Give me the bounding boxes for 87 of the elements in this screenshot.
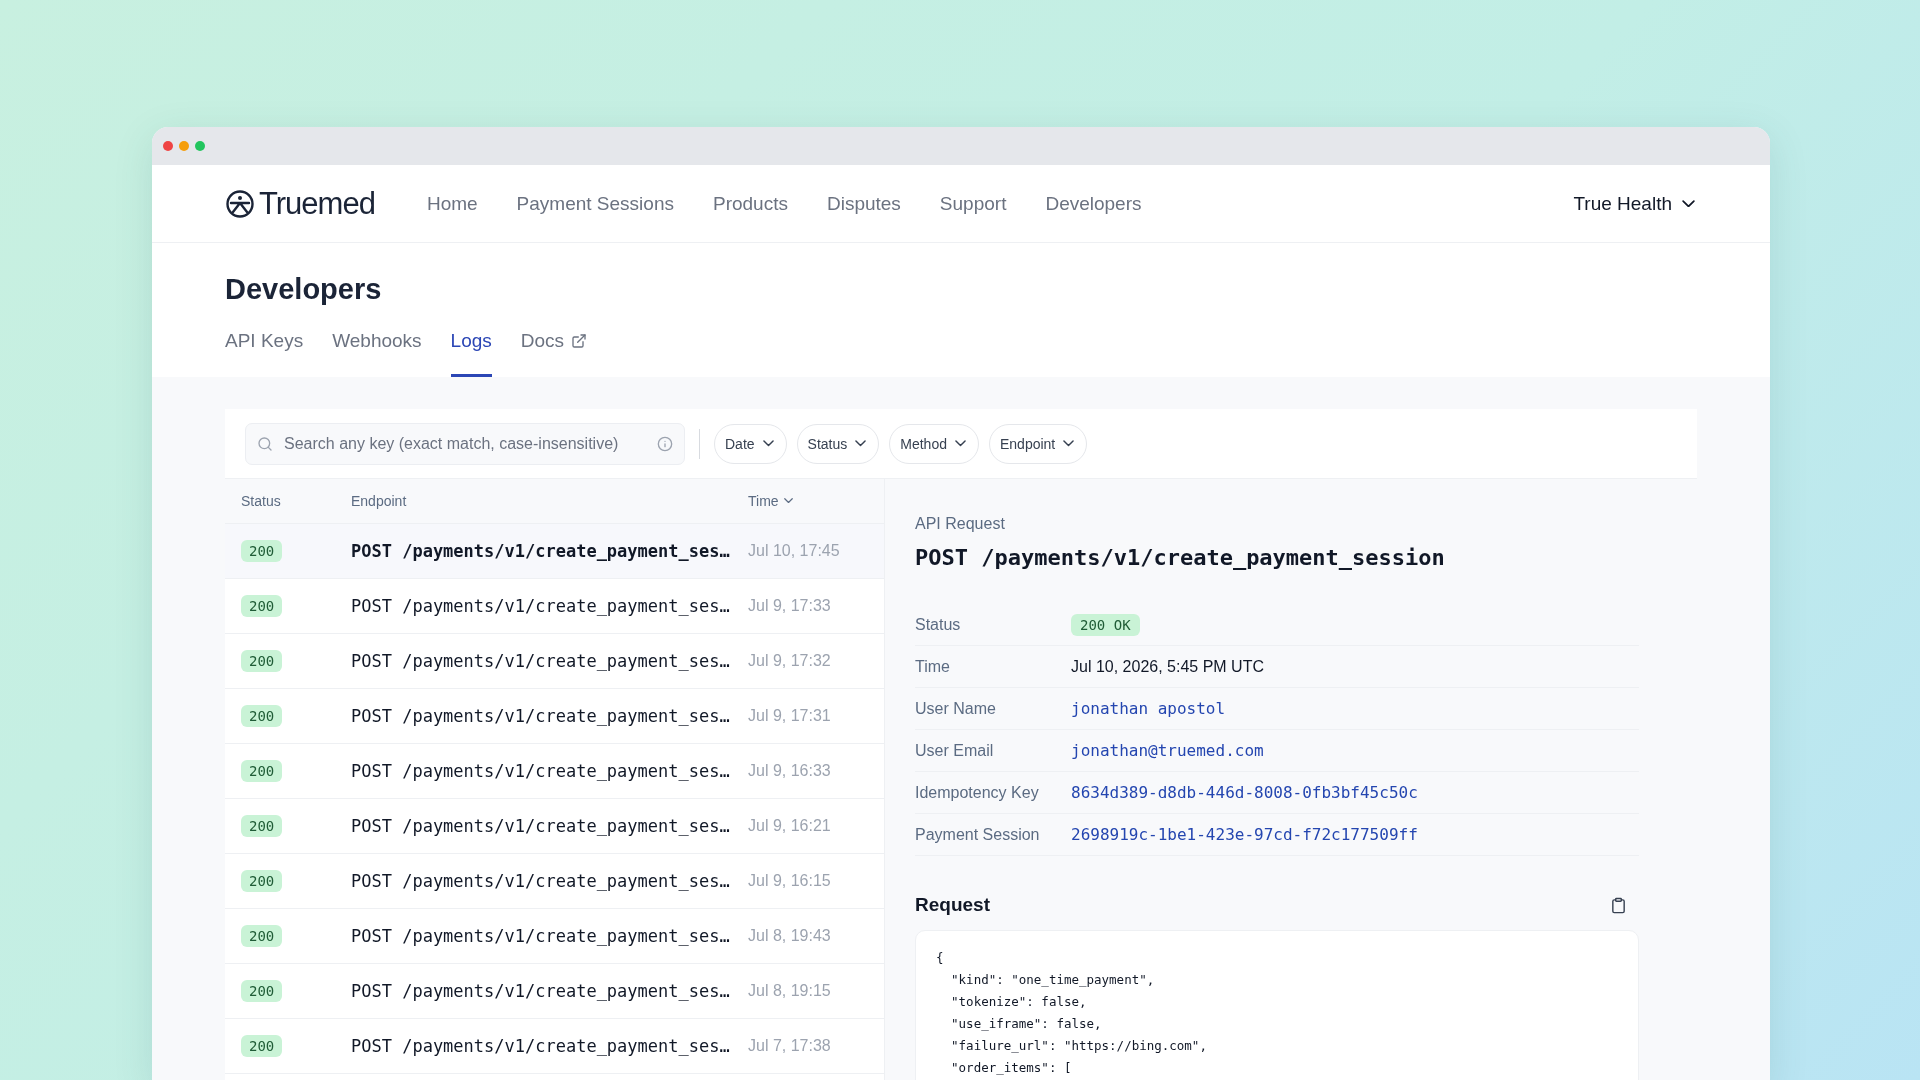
- page-title: Developers: [225, 273, 383, 306]
- log-row[interactable]: 200 POST /payments/v1/create_payment_ses… Jul 10, 17:45: [225, 524, 884, 579]
- code-line: {: [936, 949, 945, 967]
- status-badge: 200: [241, 705, 283, 727]
- time-text: Jul 9, 16:33: [748, 762, 832, 780]
- clipboard-icon: [1610, 896, 1627, 914]
- logo-icon: [225, 188, 255, 219]
- filter-dropdown[interactable]: Status: [796, 423, 880, 464]
- status-badge: 200: [241, 760, 283, 782]
- time-text: Jul 9, 17:31: [748, 707, 832, 725]
- endpoint-text: POST /payments/v1/create_payment_ses…: [351, 706, 731, 726]
- tab[interactable]: Webhooks: [332, 330, 422, 377]
- chevron-down-icon: [855, 440, 867, 447]
- chevron-down-icon: [955, 440, 966, 447]
- code-line: "failure_url": "https://bing.com",: [950, 1037, 1208, 1055]
- code-line: "use_iframe": false,: [950, 1015, 1103, 1033]
- status-badge: 200: [241, 540, 283, 562]
- filter-dropdown[interactable]: Date: [714, 423, 787, 464]
- status-badge: 200: [241, 595, 283, 617]
- field-label: Idempotency Key: [915, 783, 1040, 802]
- field-link[interactable]: jonathan apostol: [1071, 699, 1639, 718]
- field-label: Status: [915, 615, 962, 634]
- brand-name: Truemed: [259, 185, 375, 222]
- field-link[interactable]: jonathan@truemed.com: [1071, 741, 1639, 760]
- endpoint-text: POST /payments/v1/create_payment_ses…: [351, 926, 731, 946]
- minimize-dot[interactable]: [179, 141, 189, 151]
- endpoint-text: POST /payments/v1/create_payment_ses…: [351, 871, 731, 891]
- chevron-down-icon: [1682, 199, 1695, 208]
- time-text: Jul 7, 17:38: [748, 1037, 832, 1055]
- nav-link[interactable]: Home: [426, 192, 478, 215]
- time-text: Jul 9, 16:15: [748, 872, 832, 890]
- request-title: POST /payments/v1/create_payment_session: [915, 545, 1446, 570]
- status-badge: 200: [241, 870, 283, 892]
- time-text: Jul 10, 17:45: [748, 542, 841, 560]
- time-text: Jul 9, 17:32: [748, 652, 832, 670]
- field-label: Payment Session: [915, 825, 1041, 844]
- tab[interactable]: API Keys: [225, 330, 304, 377]
- nav-link[interactable]: Support: [939, 192, 1007, 215]
- status-badge: 200: [241, 925, 283, 947]
- code-line: "order_items": [: [950, 1059, 1073, 1077]
- nav-link[interactable]: Developers: [1045, 192, 1142, 215]
- chevron-down-icon: [783, 498, 793, 504]
- endpoint-text: POST /payments/v1/create_payment_ses…: [351, 596, 731, 616]
- time-text: Jul 8, 19:43: [748, 927, 832, 945]
- field-link[interactable]: 8634d389-d8db-446d-8008-0fb3bf45c50c: [1071, 783, 1639, 802]
- status-badge: 200: [241, 650, 283, 672]
- time-text: Jul 8, 19:15: [748, 982, 832, 1000]
- field-label: Time: [915, 657, 951, 676]
- code-line: "tokenize": false,: [950, 993, 1088, 1011]
- endpoint-text: POST /payments/v1/create_payment_ses…: [351, 981, 731, 1001]
- search-field[interactable]: Search any key (exact match, case-insensitive): [245, 422, 685, 465]
- section-label: API Request: [915, 515, 1006, 533]
- field-label: User Name: [915, 699, 997, 718]
- column-header: Status: [241, 493, 281, 509]
- field-label: User Email: [915, 741, 995, 760]
- account-menu[interactable]: True Health: [1573, 192, 1695, 215]
- status-badge: 200 OK: [1071, 613, 1140, 636]
- endpoint-text: POST /payments/v1/create_payment_ses…: [351, 761, 731, 781]
- nav-link[interactable]: Payment Sessions: [516, 192, 674, 215]
- field-value: Jul 10, 2026, 5:45 PM UTC: [1071, 657, 1265, 676]
- endpoint-text: POST /payments/v1/create_payment_ses…: [351, 1036, 731, 1056]
- search-icon: [257, 435, 273, 452]
- chevron-down-icon: [762, 440, 774, 447]
- zoom-dot[interactable]: [195, 141, 205, 151]
- tab[interactable]: Docs: [520, 330, 588, 377]
- status-badge: 200: [241, 980, 283, 1002]
- filter-dropdown[interactable]: Method: [889, 423, 979, 464]
- info-icon[interactable]: [657, 435, 673, 452]
- tab[interactable]: Logs: [450, 330, 492, 377]
- endpoint-text: POST /payments/v1/create_payment_ses…: [351, 816, 731, 836]
- endpoint-text: POST /payments/v1/create_payment_ses…: [351, 651, 731, 671]
- status-badge: 200: [241, 815, 283, 837]
- time-text: Jul 9, 17:33: [748, 597, 832, 615]
- column-header[interactable]: Time: [748, 493, 793, 509]
- section-heading: Request: [915, 894, 990, 916]
- code-line: "kind": "one_time_payment",: [950, 971, 1156, 989]
- chevron-down-icon: [1063, 440, 1075, 447]
- nav-link[interactable]: Products: [712, 192, 788, 215]
- endpoint-text: POST /payments/v1/create_payment_ses…: [351, 541, 731, 561]
- field-link[interactable]: 2698919c-1be1-423e-97cd-f72c177509ff: [1071, 825, 1639, 844]
- column-header: Endpoint: [351, 493, 407, 509]
- copy-button[interactable]: [1610, 896, 1627, 914]
- status-badge: 200: [241, 1035, 283, 1057]
- close-dot[interactable]: [163, 141, 173, 151]
- nav-link[interactable]: Disputes: [826, 192, 901, 215]
- filter-dropdown[interactable]: Endpoint: [989, 423, 1088, 464]
- time-text: Jul 9, 16:21: [748, 817, 832, 835]
